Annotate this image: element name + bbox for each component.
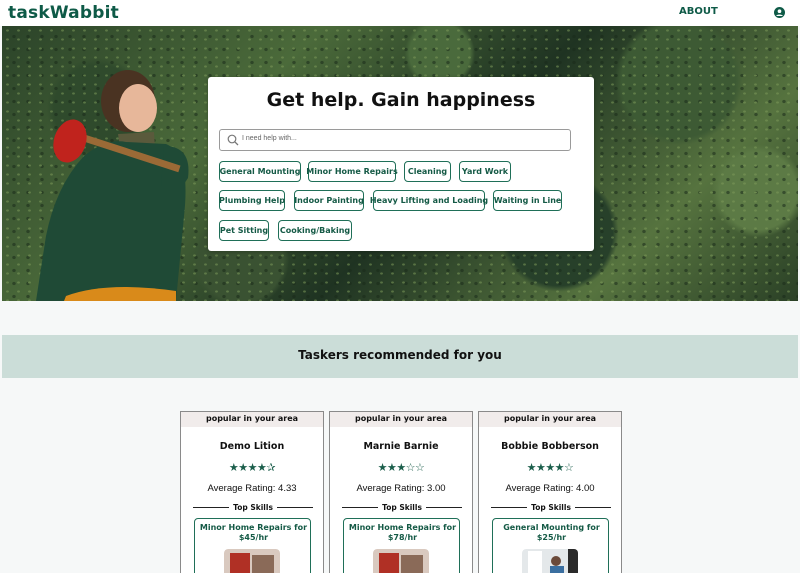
star-rating: ★★★☆☆: [377, 462, 425, 474]
star-rating: ★★★★☆: [526, 462, 574, 474]
recommended-header: Taskers recommended for you: [2, 335, 798, 378]
top-skills-heading: Top Skills: [342, 501, 463, 513]
about-link[interactable]: ABOUT: [679, 6, 718, 17]
star-rating: ★★★★✰: [228, 462, 276, 474]
skill-thumbnail: [373, 549, 429, 573]
divider: [574, 506, 612, 508]
category-chip-cooking-baking[interactable]: Cooking/Baking: [278, 220, 352, 241]
divider: [425, 506, 463, 508]
category-chip-minor-home-repairs[interactable]: Minor Home Repairs: [306, 161, 398, 182]
popular-badge: popular in your area: [330, 412, 472, 427]
search-placeholder: I need help with...: [242, 135, 297, 142]
tasker-name: Marnie Barnie: [363, 441, 439, 452]
hero-person-image: [36, 70, 189, 301]
skill-label: Minor Home Repairs for $45/hr: [199, 523, 308, 542]
search-input[interactable]: I need help with...: [219, 129, 571, 151]
skill-button[interactable]: Minor Home Repairs for $45/hr: [194, 518, 311, 573]
hero-title: Get help. Gain happiness: [266, 89, 536, 111]
top-skills-heading: Top Skills: [193, 501, 314, 513]
user-circle-icon[interactable]: [774, 7, 785, 18]
popular-badge: popular in your area: [181, 412, 323, 427]
divider: [193, 506, 230, 508]
skill-label: General Mounting for $25/hr: [503, 523, 600, 542]
logo[interactable]: taskWabbit: [8, 3, 119, 23]
skill-thumbnail: [522, 549, 578, 573]
search-icon: [227, 134, 239, 146]
skill-label: Minor Home Repairs for $78/hr: [348, 523, 457, 542]
category-chip-cleaning[interactable]: Cleaning: [404, 161, 451, 182]
average-rating: Average Rating: 4.33: [207, 483, 297, 494]
category-chip-heavy-lifting[interactable]: Heavy Lifting and Loading: [370, 190, 488, 211]
skill-thumbnail: [224, 549, 280, 573]
top-skills-heading: Top Skills: [491, 501, 612, 513]
category-chip-plumbing-help[interactable]: Plumbing Help: [219, 190, 285, 211]
category-chip-waiting-in-line[interactable]: Waiting in Line: [493, 190, 562, 211]
top-skills-label: Top Skills: [382, 502, 422, 512]
tasker-card[interactable]: popular in your area Marnie Barnie ★★★☆☆…: [329, 411, 473, 573]
tasker-card[interactable]: popular in your area Demo Lition ★★★★✰ A…: [180, 411, 324, 573]
divider: [276, 506, 314, 508]
popular-badge: popular in your area: [479, 412, 621, 427]
skill-button[interactable]: Minor Home Repairs for $78/hr: [343, 518, 460, 573]
top-skills-label: Top Skills: [233, 502, 273, 512]
divider: [342, 506, 379, 508]
tasker-card[interactable]: popular in your area Bobbie Bobberson ★★…: [478, 411, 622, 573]
top-skills-label: Top Skills: [531, 502, 571, 512]
average-rating: Average Rating: 3.00: [356, 483, 446, 494]
skill-button[interactable]: General Mounting for $25/hr: [492, 518, 609, 573]
category-chip-indoor-painting[interactable]: Indoor Painting: [294, 190, 364, 211]
category-chip-general-mounting[interactable]: General Mounting: [219, 161, 301, 182]
divider: [491, 506, 528, 508]
category-chip-yard-work[interactable]: Yard Work: [459, 161, 511, 182]
tasker-name: Bobbie Bobberson: [501, 441, 599, 452]
category-chip-pet-sitting[interactable]: Pet Sitting: [219, 220, 269, 241]
search-card: Get help. Gain happiness I need help wit…: [208, 77, 594, 251]
top-nav: taskWabbit ABOUT: [0, 0, 800, 26]
average-rating: Average Rating: 4.00: [505, 483, 595, 494]
recommended-title: Taskers recommended for you: [298, 348, 502, 362]
tasker-name: Demo Lition: [219, 441, 285, 452]
hero-banner: Get help. Gain happiness I need help wit…: [2, 26, 798, 301]
